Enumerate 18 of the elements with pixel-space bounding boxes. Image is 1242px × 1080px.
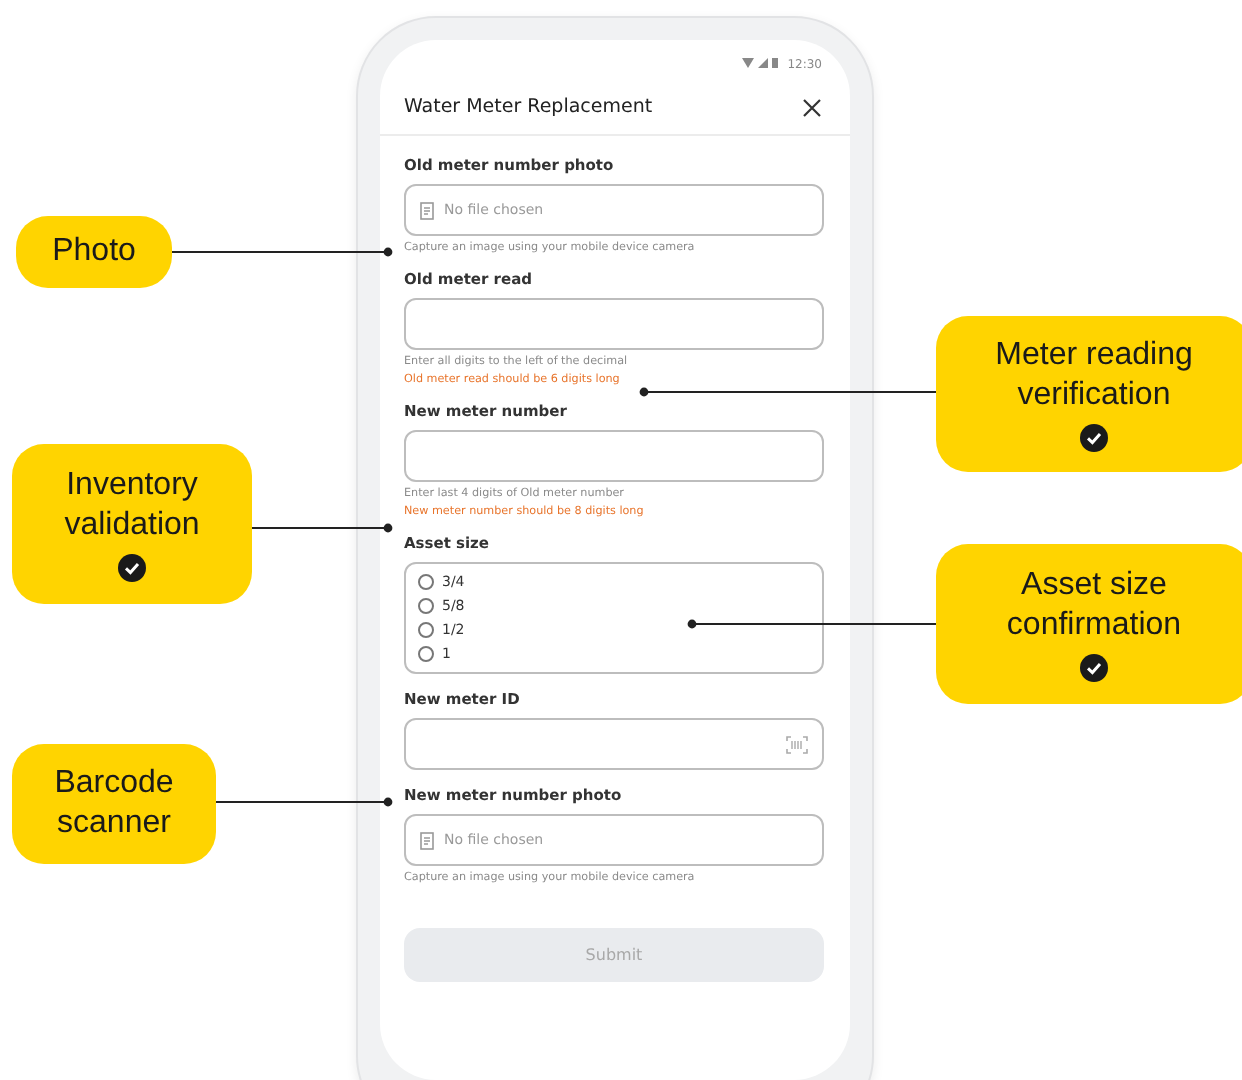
input-field[interactable] — [404, 298, 824, 350]
radio-button[interactable] — [418, 574, 434, 590]
callout-text: Inventory validation — [62, 466, 202, 546]
leader-line — [251, 523, 393, 533]
callout-text: Meter reading verification — [993, 336, 1195, 416]
callout-text: Asset size confirmation — [1004, 566, 1184, 646]
document-icon — [420, 831, 434, 849]
input-field[interactable] — [404, 718, 824, 770]
close-icon[interactable] — [802, 97, 822, 117]
document-icon — [420, 201, 434, 219]
radio-button[interactable] — [418, 622, 434, 638]
callout-text: Photo — [52, 232, 136, 272]
dialog-title: Water Meter Replacement — [404, 96, 653, 118]
callout-text: Barcode scanner — [52, 764, 176, 844]
radio-button[interactable] — [418, 598, 434, 614]
input-field[interactable] — [404, 430, 824, 482]
status-icons — [741, 58, 782, 70]
radio-button[interactable] — [418, 646, 434, 662]
